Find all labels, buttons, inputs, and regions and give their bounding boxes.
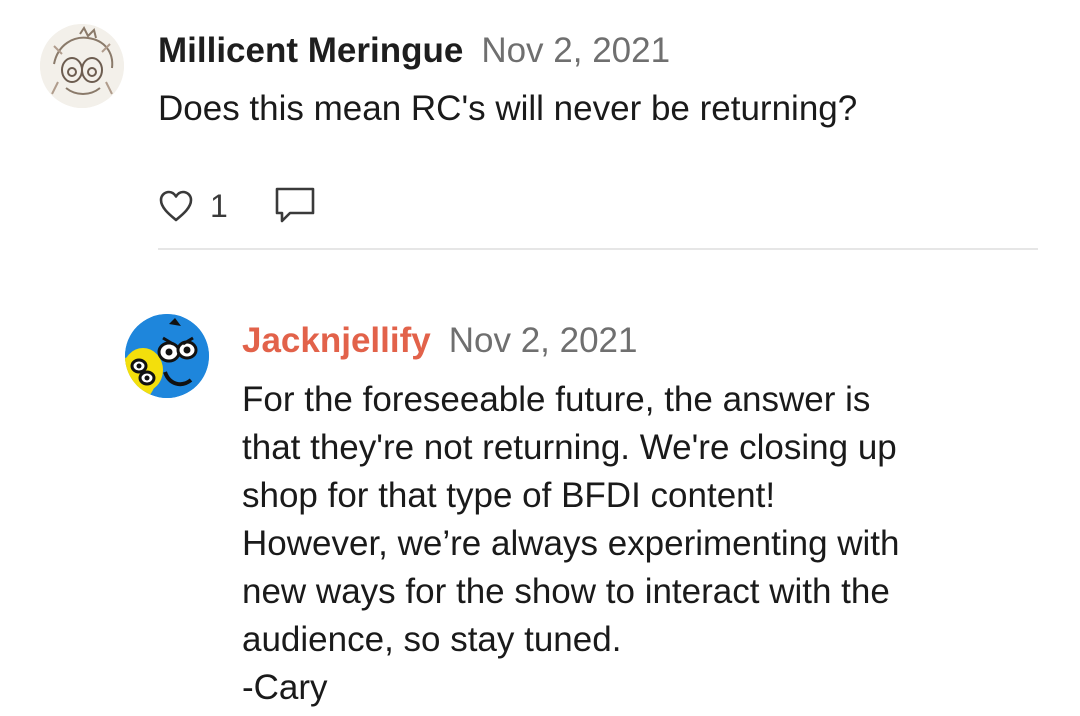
comment-divider: [158, 248, 1038, 250]
author-name[interactable]: Millicent Meringue: [158, 31, 463, 70]
heart-outline-icon: [159, 190, 193, 222]
comment-line: audience, so stay tuned.: [242, 620, 622, 659]
comment-line: For the foreseeable future, the answer i…: [242, 380, 871, 419]
comment-line: However, we’re always experimenting with: [242, 524, 900, 563]
comment-header: Jacknjellify Nov 2, 2021: [242, 321, 637, 361]
comment-line: new ways for the show to interact with t…: [242, 572, 890, 611]
comment-body: For the foreseeable future, the answer i…: [242, 376, 900, 712]
comment-line: -Cary: [242, 668, 328, 707]
comment-line: Does this mean RC's will never be return…: [158, 89, 858, 128]
comment: Millicent Meringue Nov 2, 2021 Does this …: [0, 0, 1080, 260]
comment-line: shop for that type of BFDI content!: [242, 476, 776, 515]
comment-date: Nov 2, 2021: [448, 321, 638, 360]
avatar[interactable]: [125, 314, 209, 398]
author-name[interactable]: Jacknjellify: [242, 321, 431, 360]
sketch-avatar-icon: [40, 24, 124, 108]
avatar[interactable]: [40, 24, 124, 108]
like-button[interactable]: 1: [158, 186, 228, 226]
cartoon-avatar-icon: [125, 314, 209, 398]
comment-actions: 1: [158, 186, 316, 226]
comment-date: Nov 2, 2021: [481, 31, 671, 70]
comment-body: Does this mean RC's will never be return…: [158, 85, 857, 133]
reply-button[interactable]: [274, 186, 316, 226]
comment-header: Millicent Meringue Nov 2, 2021: [158, 31, 670, 71]
speech-bubble-icon: [275, 187, 315, 223]
comment-line: that they're not returning. We're closin…: [242, 428, 897, 467]
like-count: 1: [210, 188, 228, 224]
reply-comment: Jacknjellify Nov 2, 2021 For the foreseea…: [0, 260, 1080, 716]
